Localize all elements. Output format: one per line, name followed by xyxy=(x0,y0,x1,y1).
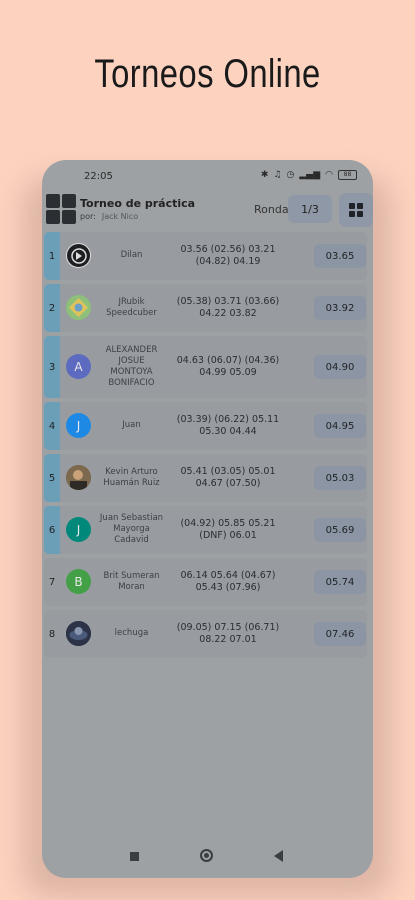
solve-times: 04.63 (06.07) (04.36) 04.99 05.09 xyxy=(176,355,280,378)
status-icons: ✱ ♫ ◷ ▂▄▆ ◠ 88 xyxy=(261,170,357,180)
rank-badge: 3 xyxy=(44,336,60,398)
user-photo-icon xyxy=(66,465,91,490)
avatar: B xyxy=(66,569,91,594)
solve-times: 05.41 (03.05) 05.01 04.67 (07.50) xyxy=(180,466,276,489)
promo-headline: Torneos Online xyxy=(94,52,321,96)
result-row[interactable]: 7 B Brit Sumeran Moran 06.14 05.64 (04.6… xyxy=(44,558,367,606)
competitor-name: Kevin Arturo Huamán Ruiz xyxy=(103,467,160,488)
back-icon[interactable] xyxy=(274,850,283,862)
avatar xyxy=(66,621,91,646)
competitor-name: ALEXANDER JOSUE MONTOYA BONIFACIO xyxy=(105,345,158,388)
solve-times: 03.56 (02.56) 03.21 (04.82) 04.19 xyxy=(180,244,276,267)
result-row[interactable]: 5 Kevin Arturo Huamán Ruiz 05.41 (03.05)… xyxy=(44,454,367,502)
app-bar: Torneo de práctica por: Jack Nico Ronda 1… xyxy=(42,190,373,230)
competitor-name: Dilan xyxy=(120,250,143,260)
rank-badge: 7 xyxy=(48,576,56,588)
rank-badge: 5 xyxy=(44,454,60,502)
average-badge: 07.46 xyxy=(314,622,366,646)
android-nav-bar xyxy=(42,840,373,878)
wifi-icon: ◠ xyxy=(325,170,333,180)
competitor-name: Juan xyxy=(122,420,141,430)
result-row[interactable]: 6 J Juan Sebastian Mayorga Cadavid (04.9… xyxy=(44,506,367,554)
result-row[interactable]: 8 lechuga (09.05) 07.15 (06.71) 08.22 07… xyxy=(44,610,367,658)
mute-icon: ♫ xyxy=(273,170,282,180)
average-badge: 05.74 xyxy=(314,570,366,594)
rank-badge: 1 xyxy=(44,232,60,280)
tournament-title: Torneo de práctica xyxy=(80,197,196,210)
dashboard-button[interactable] xyxy=(339,193,373,227)
average-badge: 04.90 xyxy=(314,355,366,379)
solve-times: 06.14 05.64 (04.67) 05.43 (07.96) xyxy=(180,570,276,593)
result-row[interactable]: 2 JRubik Speedcuber (05.38) 03.71 (03.66… xyxy=(44,284,367,332)
round-label: Ronda xyxy=(254,203,289,216)
tournament-grid-icon[interactable] xyxy=(46,194,76,224)
solve-times: (09.05) 07.15 (06.71) 08.22 07.01 xyxy=(176,622,280,645)
author-prefix: por: xyxy=(80,212,96,221)
status-bar: 22:05 ✱ ♫ ◷ ▂▄▆ ◠ 88 xyxy=(42,160,373,190)
status-time: 22:05 xyxy=(84,171,113,182)
competitor-name: lechuga xyxy=(114,628,149,638)
home-icon[interactable] xyxy=(200,849,213,862)
round-selector[interactable]: 1/3 xyxy=(288,195,332,223)
competitor-name: JRubik Speedcuber xyxy=(106,297,157,318)
solve-times: (05.38) 03.71 (03.66) 04.22 03.82 xyxy=(176,296,280,319)
solve-times: (04.92) 05.85 05.21 (DNF) 06.01 xyxy=(180,518,276,541)
rank-badge: 4 xyxy=(44,402,60,450)
average-badge: 05.03 xyxy=(314,466,366,490)
result-row[interactable]: 4 J Juan (03.39) (06.22) 05.11 05.30 04.… xyxy=(44,402,367,450)
average-badge: 03.65 xyxy=(314,244,366,268)
result-row[interactable]: 1 Dilan 03.56 (02.56) 03.21 (04.82) 04.1… xyxy=(44,232,367,280)
battery-icon: 88 xyxy=(338,170,357,180)
avatar: J xyxy=(66,413,91,438)
avatar: J xyxy=(66,517,91,542)
rank-badge: 2 xyxy=(44,284,60,332)
avatar xyxy=(66,243,91,268)
solve-times: (03.39) (06.22) 05.11 05.30 04.44 xyxy=(176,414,280,437)
result-row[interactable]: 3 A ALEXANDER JOSUE MONTOYA BONIFACIO 04… xyxy=(44,336,367,398)
bluetooth-icon: ✱ xyxy=(260,170,269,180)
rank-badge: 8 xyxy=(48,628,56,640)
avatar: A xyxy=(66,354,91,379)
competitor-name: Juan Sebastian Mayorga Cadavid xyxy=(99,513,164,545)
signal-icon: ▂▄▆ xyxy=(299,170,321,180)
phone-frame: 22:05 ✱ ♫ ◷ ▂▄▆ ◠ 88 Torneo de práctica … xyxy=(42,160,373,878)
average-badge: 04.95 xyxy=(314,414,366,438)
author-name: Jack Nico xyxy=(101,212,139,221)
average-badge: 03.92 xyxy=(314,296,366,320)
competitor-name: Brit Sumeran Moran xyxy=(103,571,160,592)
rank-badge: 6 xyxy=(44,506,60,554)
average-badge: 05.69 xyxy=(314,518,366,542)
avatar xyxy=(66,295,91,320)
avatar xyxy=(66,465,91,490)
logo-icon xyxy=(70,247,87,264)
pattern-avatar-icon xyxy=(66,295,91,320)
user-photo-icon xyxy=(66,621,91,646)
alarm-icon: ◷ xyxy=(286,170,295,180)
tournament-author: por: Jack Nico xyxy=(80,212,138,221)
recent-apps-icon[interactable] xyxy=(130,852,139,861)
